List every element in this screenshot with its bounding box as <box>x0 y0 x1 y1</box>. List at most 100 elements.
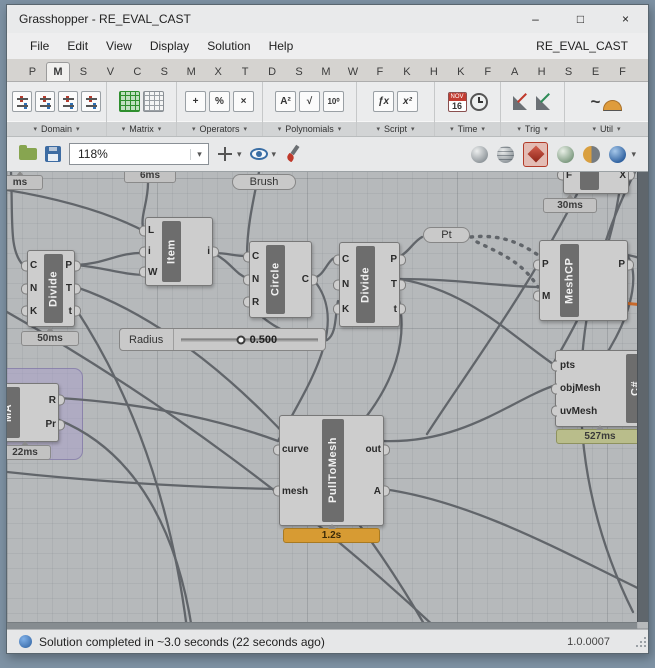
radius-slider[interactable]: Radius 0.500 <box>119 328 326 351</box>
port-output-X[interactable]: X <box>619 172 626 183</box>
triangle-trig-icon[interactable] <box>534 92 554 112</box>
tab-transform[interactable]: T <box>232 63 259 81</box>
expand-icon[interactable]: ▾ <box>33 125 37 133</box>
wire[interactable] <box>57 396 280 443</box>
expand-icon[interactable]: ▾ <box>376 125 380 133</box>
component-name[interactable] <box>580 172 599 190</box>
tab-curve[interactable]: C <box>124 63 151 81</box>
port-input-curve[interactable]: curve <box>282 442 320 458</box>
shaded-preview-button-selected[interactable] <box>523 141 549 167</box>
expand-icon[interactable]: ▾ <box>481 125 485 133</box>
component-name[interactable]: Divide <box>356 246 375 323</box>
port-input-W[interactable]: W <box>148 264 160 280</box>
port-output-P[interactable]: P <box>390 252 397 268</box>
port-input-mesh[interactable]: mesh <box>282 483 320 499</box>
addition-icon[interactable]: + <box>185 91 206 112</box>
canvas-scrollbar-vertical[interactable] <box>637 172 648 622</box>
expand-icon[interactable]: ▾ <box>517 125 521 133</box>
port-input-objMesh[interactable]: objMesh <box>560 381 624 397</box>
port-output-out[interactable]: out <box>365 442 381 458</box>
chevron-down-icon[interactable]: ▾ <box>237 149 242 160</box>
tab-sets[interactable]: S <box>70 63 97 81</box>
port-output-P[interactable]: P <box>65 258 72 274</box>
component-ma-partial[interactable]: MA R Pr <box>7 383 59 442</box>
maximize-button[interactable]: □ <box>558 5 603 33</box>
paintbrush-icon[interactable] <box>284 145 302 163</box>
tab-13[interactable]: F <box>366 63 393 81</box>
port-input-K[interactable]: K <box>342 301 354 317</box>
tab-surface[interactable]: S <box>151 63 178 81</box>
expand-icon[interactable]: ▾ <box>244 125 248 133</box>
expand-icon[interactable]: ▾ <box>76 125 80 133</box>
port-input-L[interactable]: L <box>148 223 160 239</box>
ribbon-label-trig[interactable]: ▾ Trig ▾ <box>501 121 564 136</box>
tab-mesh[interactable]: M <box>178 63 205 81</box>
port-input-C[interactable]: C <box>342 252 354 268</box>
port-output-T[interactable]: T <box>66 281 72 297</box>
tab-22[interactable]: F <box>609 63 636 81</box>
wire[interactable] <box>397 277 555 366</box>
port-output-T[interactable]: T <box>391 277 397 293</box>
preview-eye-icon[interactable] <box>249 148 268 160</box>
brush-panel[interactable]: Brush <box>232 174 296 190</box>
curve-util-icon[interactable]: ~ <box>591 92 601 112</box>
document-tab[interactable]: RE_EVAL_CAST <box>530 36 634 56</box>
port-input-R[interactable]: R <box>252 294 264 310</box>
menu-file[interactable]: File <box>21 36 58 56</box>
chevron-down-icon[interactable]: ▾ <box>272 149 277 160</box>
port-output-C[interactable]: C <box>302 272 309 288</box>
component-name[interactable]: MeshCP <box>560 244 579 317</box>
domain-slider-icon[interactable] <box>12 91 32 112</box>
ribbon-label-time[interactable]: ▾ Time ▾ <box>435 121 500 136</box>
tab-10[interactable]: S <box>286 63 313 81</box>
tab-16[interactable]: K <box>447 63 474 81</box>
component-item[interactable]: L i W Item i <box>145 217 213 286</box>
open-file-icon[interactable] <box>19 145 37 160</box>
port-input-pts[interactable]: pts <box>560 358 624 374</box>
tab-11[interactable]: M <box>313 63 340 81</box>
power-icon[interactable]: A² <box>275 91 296 112</box>
port-output-A[interactable]: A <box>374 483 381 499</box>
tab-vector[interactable]: V <box>97 63 124 81</box>
port-input-N[interactable]: N <box>252 272 264 288</box>
ribbon-label-matrix[interactable]: ▾ Matrix ▾ <box>107 121 176 136</box>
wire[interactable] <box>7 188 146 233</box>
modulus-icon[interactable]: % <box>209 91 230 112</box>
tab-18[interactable]: A <box>501 63 528 81</box>
menu-help[interactable]: Help <box>260 36 303 56</box>
mesh-preview-icon[interactable] <box>557 145 575 163</box>
menu-edit[interactable]: Edit <box>58 36 97 56</box>
ribbon-label-script[interactable]: ▾ Script ▾ <box>357 121 434 136</box>
expand-icon[interactable]: ▾ <box>450 125 454 133</box>
chevron-down-icon[interactable]: ▾ <box>190 148 208 160</box>
component-divide-2[interactable]: C N K Divide P T t <box>339 242 400 327</box>
expand-icon[interactable]: ▾ <box>544 125 548 133</box>
ribbon-label-domain[interactable]: ▾ Domain ▾ <box>7 121 106 136</box>
clock-icon[interactable] <box>469 92 488 111</box>
component-name[interactable]: Item <box>162 221 181 282</box>
component-partial-top[interactable]: F X <box>563 172 629 194</box>
port-input-i[interactable]: i <box>148 244 160 260</box>
pan-icon[interactable] <box>217 146 233 162</box>
ribbon-label-polynomials[interactable]: ▾ Polynomials ▾ <box>263 121 356 136</box>
wire[interactable] <box>74 307 189 629</box>
expression-icon[interactable]: ƒx <box>373 91 394 112</box>
ribbon-label-util[interactable]: ▾ Util ▾ <box>565 121 648 136</box>
tab-intersect[interactable]: X <box>205 63 232 81</box>
close-button[interactable]: × <box>603 5 648 33</box>
power-of-ten-icon[interactable]: 10⁰ <box>323 91 344 112</box>
slider-knob[interactable] <box>236 335 246 344</box>
title-bar[interactable]: Grasshopper - RE_EVAL_CAST – □ × <box>7 5 648 33</box>
tab-12[interactable]: W <box>339 63 366 81</box>
port-input-P[interactable]: P <box>542 257 558 273</box>
port-input-uvMesh[interactable]: uvMesh <box>560 403 624 419</box>
chevron-down-icon[interactable]: ▾ <box>631 149 636 160</box>
expand-icon[interactable]: ▾ <box>617 125 621 133</box>
triangle-trig-icon[interactable] <box>511 92 531 112</box>
tab-17[interactable]: F <box>474 63 501 81</box>
port-output-t[interactable]: t <box>394 301 397 317</box>
matrix-empty-grid-icon[interactable] <box>143 91 164 112</box>
domain-slider-icon[interactable] <box>35 91 55 112</box>
zoom-combo[interactable]: 118% ▾ <box>69 143 209 165</box>
port-input-N[interactable]: N <box>30 281 42 297</box>
